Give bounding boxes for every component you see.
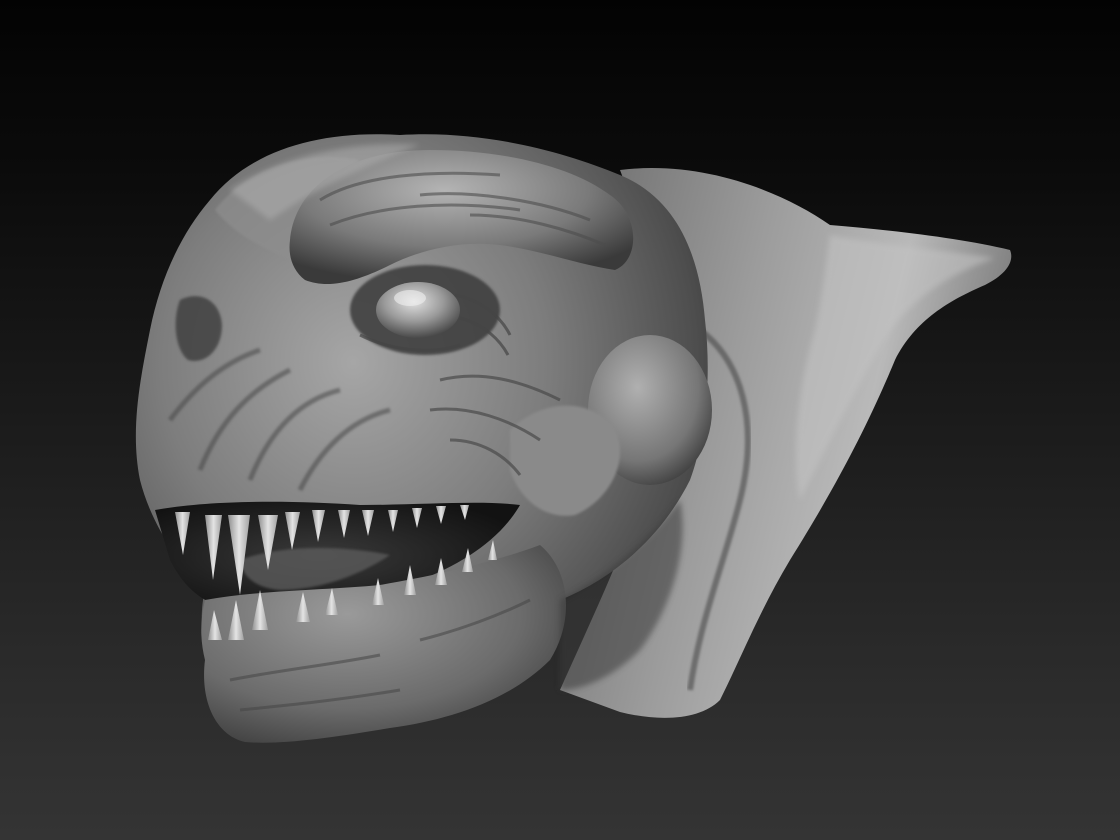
eye bbox=[376, 282, 460, 338]
3d-viewport[interactable] bbox=[0, 0, 1120, 840]
eye-specular bbox=[394, 290, 426, 306]
creature-sculpt-render[interactable] bbox=[0, 0, 1120, 840]
